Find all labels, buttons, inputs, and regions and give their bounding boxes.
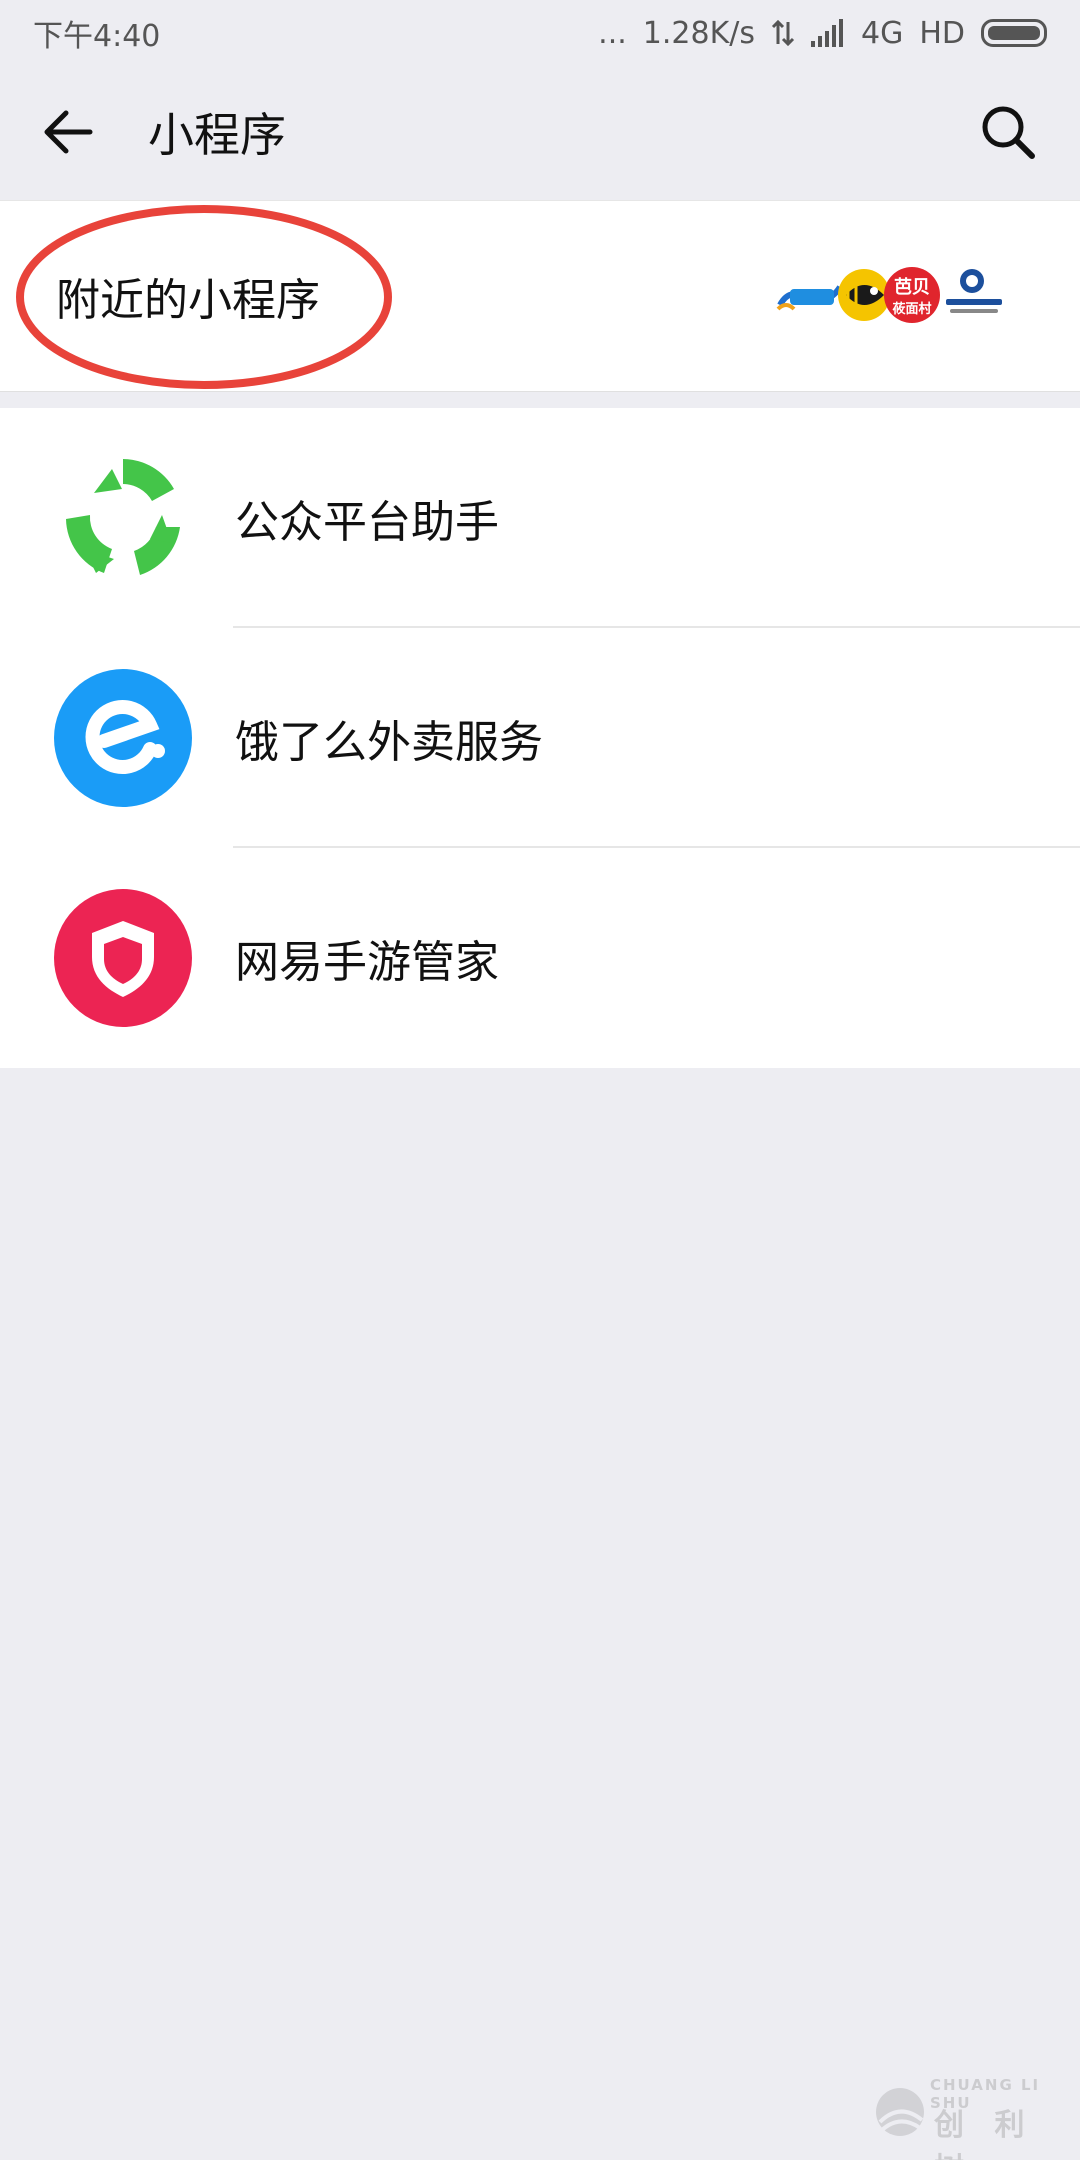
wechat-mp-assistant-icon [66,459,180,575]
eleme-icon [54,669,192,807]
hd-indicator: HD [919,15,965,51]
list-item-label: 饿了么外卖服务 [235,717,543,768]
network-speed: 1.28K/s [642,15,755,51]
list-item-label: 网易手游管家 [235,937,499,988]
list-item-wechat-assistant[interactable]: 公众平台助手 [0,408,1080,628]
back-arrow-icon [44,110,93,154]
logo-badge [946,269,1002,313]
list-item-label: 公众平台助手 [235,497,499,548]
back-button[interactable] [40,104,96,160]
search-button[interactable] [976,100,1040,164]
status-time: 下午4:40 [33,19,161,54]
battery-icon [981,19,1047,47]
nearby-label: 附近的小程序 [56,275,320,326]
data-transfer-icon [771,19,795,47]
list-item-netease[interactable]: 网易手游管家 [0,848,1080,1068]
logo-red: 芭贝 莜面村 [884,267,940,323]
nearby-mini-programs[interactable]: 附近的小程序 芭贝 莜面村 [0,200,1080,392]
mini-program-list: 公众平台助手 饿了么外卖服务 网易手游管家 [0,408,1080,1068]
netease-shield-icon [54,889,192,1027]
logo-blue [776,285,843,311]
search-icon [982,106,1035,159]
watermark-line2: 创 利 树 [934,2108,1035,2160]
signal-icon [810,19,843,47]
status-bar: 下午4:40 ... 1.28K/s 4G HD [0,0,1080,66]
watermark-logo-icon [876,2088,924,2136]
screen: 下午4:40 ... 1.28K/s 4G HD 小程序 附近的小程序 芭贝 莜… [0,0,1080,2160]
status-icons: ... 1.28K/s 4G HD [598,16,1047,51]
watermark: CHUANG LI SHU 创 利 树 [872,2076,1080,2160]
nearby-logos: 芭贝 莜面村 [776,267,1002,323]
page-title: 小程序 [148,108,286,162]
network-type: 4G [860,15,904,51]
svg-text:莜面村: 莜面村 [892,301,931,317]
status-dots: ... [598,15,627,51]
header: 小程序 [0,66,1080,198]
list-item-eleme[interactable]: 饿了么外卖服务 [0,628,1080,848]
logo-fish [838,269,890,321]
svg-text:芭贝: 芭贝 [894,276,930,298]
